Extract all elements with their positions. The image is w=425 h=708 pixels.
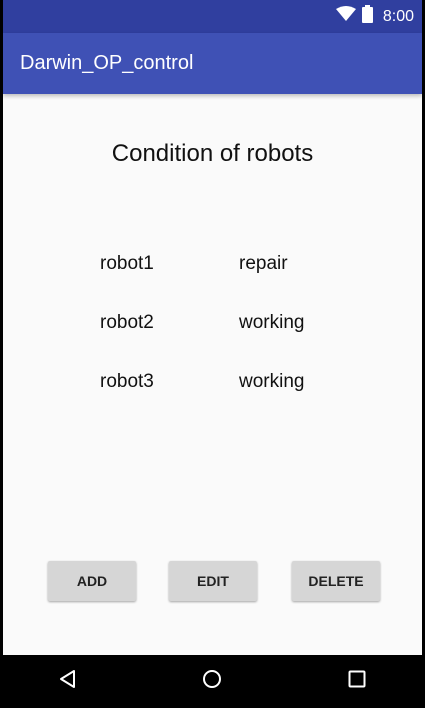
robot-row: robot3 working xyxy=(100,371,360,401)
robot-name: robot2 xyxy=(100,312,154,333)
status-time: 8:00 xyxy=(382,7,414,25)
robot-status: working xyxy=(239,312,305,333)
robot-name: robot3 xyxy=(100,371,154,392)
home-icon xyxy=(202,669,222,694)
home-button[interactable] xyxy=(182,655,242,708)
add-button[interactable]: ADD xyxy=(48,561,136,601)
back-icon xyxy=(58,669,78,694)
robot-row: robot1 repair xyxy=(100,253,360,283)
back-button[interactable] xyxy=(38,655,98,708)
robot-status: working xyxy=(239,371,305,392)
edit-button[interactable]: EDIT xyxy=(169,561,257,601)
robot-status: repair xyxy=(239,253,288,274)
recents-icon xyxy=(348,670,366,693)
navigation-bar xyxy=(3,655,422,708)
device-frame: 8:00 Darwin_OP_control Condition of robo… xyxy=(0,0,425,708)
status-bar: 8:00 xyxy=(3,0,422,33)
wifi-icon xyxy=(335,6,356,27)
app-title: Darwin_OP_control xyxy=(20,52,194,74)
app-bar: Darwin_OP_control xyxy=(3,33,422,94)
screen: 8:00 Darwin_OP_control Condition of robo… xyxy=(3,0,422,708)
recents-button[interactable] xyxy=(327,655,387,708)
page-title: Condition of robots xyxy=(111,140,314,167)
delete-button[interactable]: DELETE xyxy=(292,561,380,601)
status-icons: 8:00 xyxy=(335,0,422,33)
robot-name: robot1 xyxy=(100,253,154,274)
robot-row: robot2 working xyxy=(100,312,360,342)
battery-icon xyxy=(361,5,373,28)
